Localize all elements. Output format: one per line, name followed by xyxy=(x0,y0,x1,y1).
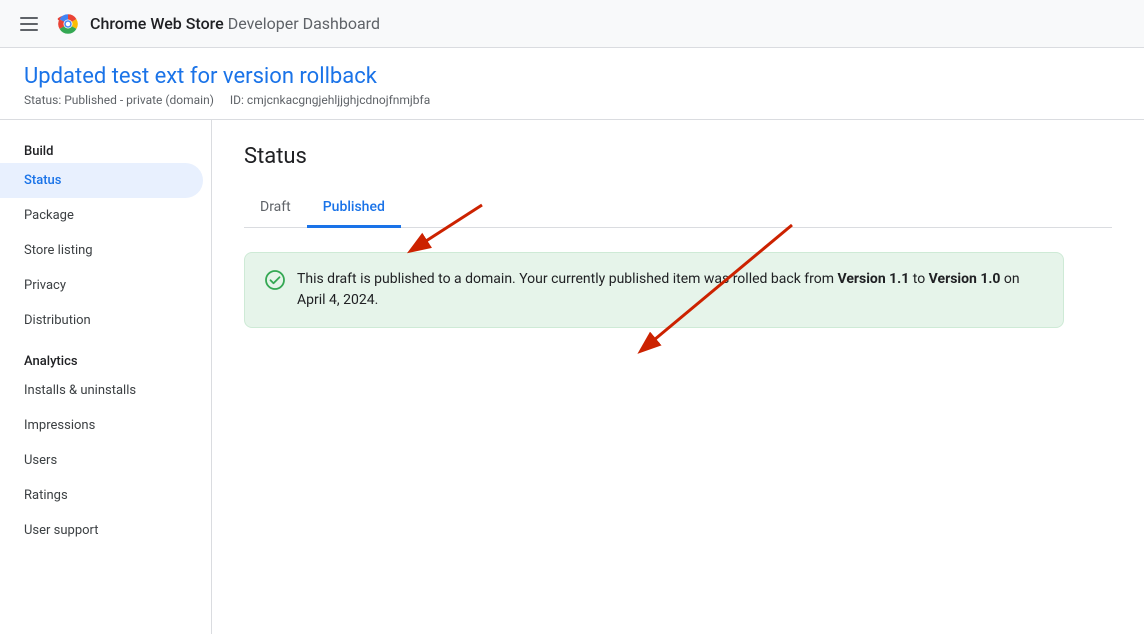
hamburger-menu[interactable] xyxy=(16,13,42,35)
sidebar-item-status[interactable]: Status xyxy=(0,163,203,198)
build-section-label: Build xyxy=(0,136,211,163)
sidebar-item-package[interactable]: Package xyxy=(0,198,203,233)
sidebar-item-store-listing[interactable]: Store listing xyxy=(0,233,203,268)
check-circle-icon xyxy=(265,270,285,290)
status-tabs: Draft Published xyxy=(244,189,1112,228)
tab-published[interactable]: Published xyxy=(307,189,401,228)
topbar-title: Chrome Web Store Developer Dashboard xyxy=(90,14,380,33)
status-message-box: This draft is published to a domain. You… xyxy=(244,252,1064,328)
page-title: Updated test ext for version rollback xyxy=(24,64,1120,89)
sidebar-item-privacy[interactable]: Privacy xyxy=(0,268,203,303)
version-to: Version 1.0 xyxy=(929,271,1001,287)
content-area: Status Draft Published This draft is pub… xyxy=(212,120,1144,634)
page-header: Updated test ext for version rollback St… xyxy=(0,48,1144,120)
chrome-logo-icon-detail xyxy=(56,12,80,36)
sidebar-item-impressions[interactable]: Impressions xyxy=(0,408,203,443)
version-from: Version 1.1 xyxy=(837,271,909,287)
sidebar-item-installs[interactable]: Installs & uninstalls xyxy=(0,373,203,408)
page-meta: Status: Published - private (domain) ID:… xyxy=(24,93,1120,107)
sidebar-item-users[interactable]: Users xyxy=(0,443,203,478)
tab-draft[interactable]: Draft xyxy=(244,189,307,228)
sidebar-item-user-support[interactable]: User support xyxy=(0,513,203,548)
sidebar-item-distribution[interactable]: Distribution xyxy=(0,303,203,338)
analytics-section-label: Analytics xyxy=(0,338,211,373)
status-message-text: This draft is published to a domain. You… xyxy=(297,269,1043,311)
topbar: Chrome Web Store Developer Dashboard xyxy=(0,0,1144,48)
main-layout: Build Status Package Store listing Priva… xyxy=(0,120,1144,634)
page-status: Status: Published - private (domain) xyxy=(24,93,214,107)
page-id: ID: cmjcnkacgngjehljjghjcdnojfnmjbfa xyxy=(230,93,430,107)
sidebar: Build Status Package Store listing Priva… xyxy=(0,120,212,634)
sidebar-item-ratings[interactable]: Ratings xyxy=(0,478,203,513)
content-section-title: Status xyxy=(244,144,1112,169)
